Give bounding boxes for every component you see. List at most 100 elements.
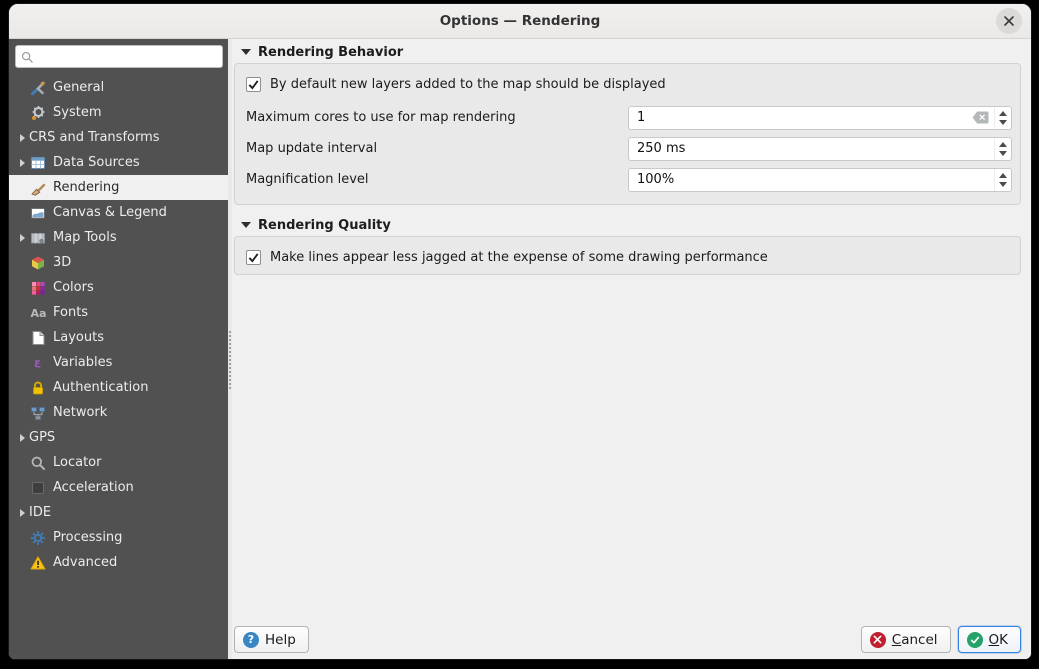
close-icon	[1003, 15, 1015, 27]
collapse-triangle-icon	[241, 49, 251, 55]
sidebar-item-label: IDE	[29, 505, 51, 520]
group-title: Rendering Behavior	[258, 45, 403, 60]
group-rendering-behavior: Rendering Behavior By default new layers…	[234, 41, 1021, 205]
close-button[interactable]	[996, 8, 1022, 34]
sidebar-item-label: Acceleration	[53, 480, 134, 495]
sidebar-item-label: CRS and Transforms	[29, 130, 160, 145]
map-tools-icon	[29, 230, 46, 246]
clear-icon	[972, 111, 989, 124]
sidebar-item-network[interactable]: Network	[9, 400, 228, 425]
titlebar: Options — Rendering	[9, 4, 1031, 39]
group-rendering-quality-header[interactable]: Rendering Quality	[234, 214, 1021, 236]
sidebar-search-input[interactable]	[37, 50, 217, 64]
sidebar-item-canvas-legend[interactable]: Canvas & Legend	[9, 200, 228, 225]
expand-arrow-icon[interactable]	[20, 234, 25, 242]
expand-arrow-icon[interactable]	[20, 159, 25, 167]
group-rendering-behavior-header[interactable]: Rendering Behavior	[234, 41, 1021, 63]
sidebar-item-general[interactable]: General	[9, 75, 228, 100]
sidebar-item-gps[interactable]: GPS	[9, 425, 228, 450]
spin-down-button[interactable]	[999, 151, 1007, 156]
sidebar-item-label: Colors	[53, 280, 94, 295]
cancel-button[interactable]: Cancel	[861, 626, 951, 653]
paintbrush-icon	[29, 180, 46, 196]
window-title: Options — Rendering	[440, 13, 601, 29]
sidebar-item-label: Rendering	[53, 180, 119, 195]
spin-up-button[interactable]	[999, 173, 1007, 178]
magnification-level-label: Magnification level	[243, 172, 369, 187]
sidebar-item-label: 3D	[53, 255, 71, 270]
sidebar-item-label: Data Sources	[53, 155, 140, 170]
cube-3d-icon	[29, 255, 46, 271]
sidebar-item-label: GPS	[29, 430, 55, 445]
sidebar-item-data-sources[interactable]: Data Sources	[9, 150, 228, 175]
sidebar-item-fonts[interactable]: Aa Fonts	[9, 300, 228, 325]
sidebar-item-locator[interactable]: Locator	[9, 450, 228, 475]
splitter-handle-icon	[229, 331, 231, 389]
sidebar-item-advanced[interactable]: Advanced	[9, 550, 228, 575]
sidebar-item-map-tools[interactable]: Map Tools	[9, 225, 228, 250]
magnification-level-spinbox	[628, 168, 1012, 192]
sidebar-item-system[interactable]: System	[9, 100, 228, 125]
map-update-interval-input[interactable]	[629, 141, 994, 156]
color-swatches-icon	[29, 280, 46, 296]
settings-tree: General System CRS and Transforms	[9, 75, 228, 659]
sidebar-item-colors[interactable]: Colors	[9, 275, 228, 300]
magnifier-icon	[29, 455, 46, 471]
clear-value-button[interactable]	[972, 111, 989, 124]
sidebar-item-layouts[interactable]: Layouts	[9, 325, 228, 350]
gear-blue-icon	[29, 530, 46, 546]
cancel-icon	[870, 632, 886, 648]
sidebar-item-ide[interactable]: IDE	[9, 500, 228, 525]
spin-up-button[interactable]	[999, 142, 1007, 147]
sidebar-search-box	[15, 45, 223, 68]
spin-down-button[interactable]	[999, 120, 1007, 125]
network-icon	[29, 405, 46, 421]
antialiasing-checkbox[interactable]	[246, 250, 261, 265]
display-new-layers-label: By default new layers added to the map s…	[270, 77, 666, 92]
svg-text:ε: ε	[34, 356, 41, 371]
help-button[interactable]: ? Help	[234, 626, 309, 653]
sidebar-item-variables[interactable]: ε Variables	[9, 350, 228, 375]
chip-icon	[29, 480, 46, 496]
sidebar-item-label: Advanced	[53, 555, 117, 570]
checkmark-icon	[247, 251, 260, 264]
sidebar-item-label: System	[53, 105, 101, 120]
checkmark-icon	[247, 78, 260, 91]
search-icon	[21, 51, 33, 63]
antialiasing-label: Make lines appear less jagged at the exp…	[270, 250, 768, 265]
fonts-icon: Aa	[29, 305, 46, 321]
sidebar-item-label: Variables	[53, 355, 112, 370]
max-cores-spinbox	[628, 106, 1012, 130]
ok-button[interactable]: OK	[958, 626, 1022, 653]
sidebar-item-rendering[interactable]: Rendering	[9, 175, 228, 200]
spin-up-button[interactable]	[999, 111, 1007, 116]
expand-arrow-icon[interactable]	[20, 509, 25, 517]
map-update-interval-label: Map update interval	[243, 141, 377, 156]
options-dialog: Options — Rendering General	[8, 3, 1032, 660]
sidebar: General System CRS and Transforms	[9, 39, 228, 659]
sidebar-item-authentication[interactable]: Authentication	[9, 375, 228, 400]
help-icon: ?	[243, 632, 259, 648]
collapse-triangle-icon	[241, 222, 251, 228]
sidebar-item-acceleration[interactable]: Acceleration	[9, 475, 228, 500]
max-cores-input[interactable]	[629, 110, 972, 125]
sidebar-item-label: Authentication	[53, 380, 148, 395]
expand-arrow-icon[interactable]	[20, 434, 25, 442]
spin-down-button[interactable]	[999, 182, 1007, 187]
sidebar-item-label: Canvas & Legend	[53, 205, 167, 220]
page-icon	[29, 330, 46, 346]
group-title: Rendering Quality	[258, 218, 391, 233]
sidebar-item-label: Layouts	[53, 330, 104, 345]
svg-text:Aa: Aa	[30, 307, 46, 320]
magnification-level-input[interactable]	[629, 172, 994, 187]
dialog-footer: ? Help Cancel OK	[234, 626, 1021, 653]
display-new-layers-checkbox[interactable]	[246, 77, 261, 92]
sidebar-item-3d[interactable]: 3D	[9, 250, 228, 275]
sidebar-item-processing[interactable]: Processing	[9, 525, 228, 550]
table-icon	[29, 155, 46, 171]
canvas-icon	[29, 205, 46, 221]
group-rendering-quality: Rendering Quality Make lines appear less…	[234, 214, 1021, 275]
sidebar-item-label: Map Tools	[53, 230, 117, 245]
sidebar-item-crs-and-transforms[interactable]: CRS and Transforms	[9, 125, 228, 150]
expand-arrow-icon[interactable]	[20, 134, 25, 142]
